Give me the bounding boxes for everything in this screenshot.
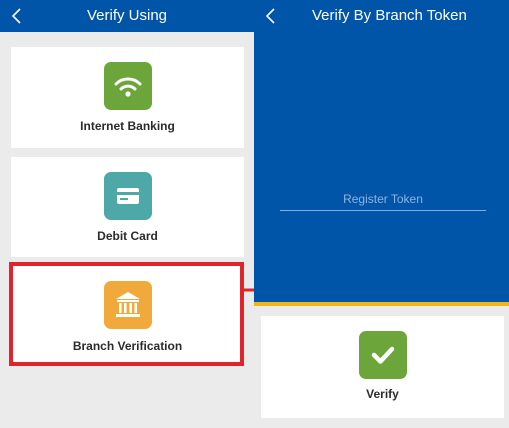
back-button[interactable] xyxy=(260,0,286,32)
credit-card-icon xyxy=(104,172,152,220)
verify-by-branch-token-screen: Verify By Branch Token Verify xyxy=(254,0,509,428)
option-label: Branch Verification xyxy=(72,339,183,353)
register-token-input[interactable] xyxy=(280,187,486,211)
token-panel xyxy=(254,32,509,302)
option-label: Debit Card xyxy=(97,229,158,243)
verify-using-screen: Verify Using Internet Banking Debit Card xyxy=(0,0,254,428)
page-title: Verify Using xyxy=(86,7,168,24)
chevron-left-icon xyxy=(265,8,275,24)
wifi-icon xyxy=(104,62,152,110)
header-bar: Verify Using xyxy=(0,0,254,32)
verify-label: Verify xyxy=(366,387,399,401)
accent-divider xyxy=(254,302,509,306)
checkmark-icon xyxy=(359,331,407,379)
branch-verification-option[interactable]: Branch Verification xyxy=(11,266,244,362)
bank-building-icon xyxy=(104,281,152,329)
internet-banking-option[interactable]: Internet Banking xyxy=(11,47,244,148)
option-label: Internet Banking xyxy=(80,119,175,133)
header-bar: Verify By Branch Token xyxy=(254,0,509,32)
page-title: Verify By Branch Token xyxy=(312,7,467,24)
verify-button[interactable]: Verify xyxy=(261,316,504,418)
debit-card-option[interactable]: Debit Card xyxy=(11,157,244,257)
